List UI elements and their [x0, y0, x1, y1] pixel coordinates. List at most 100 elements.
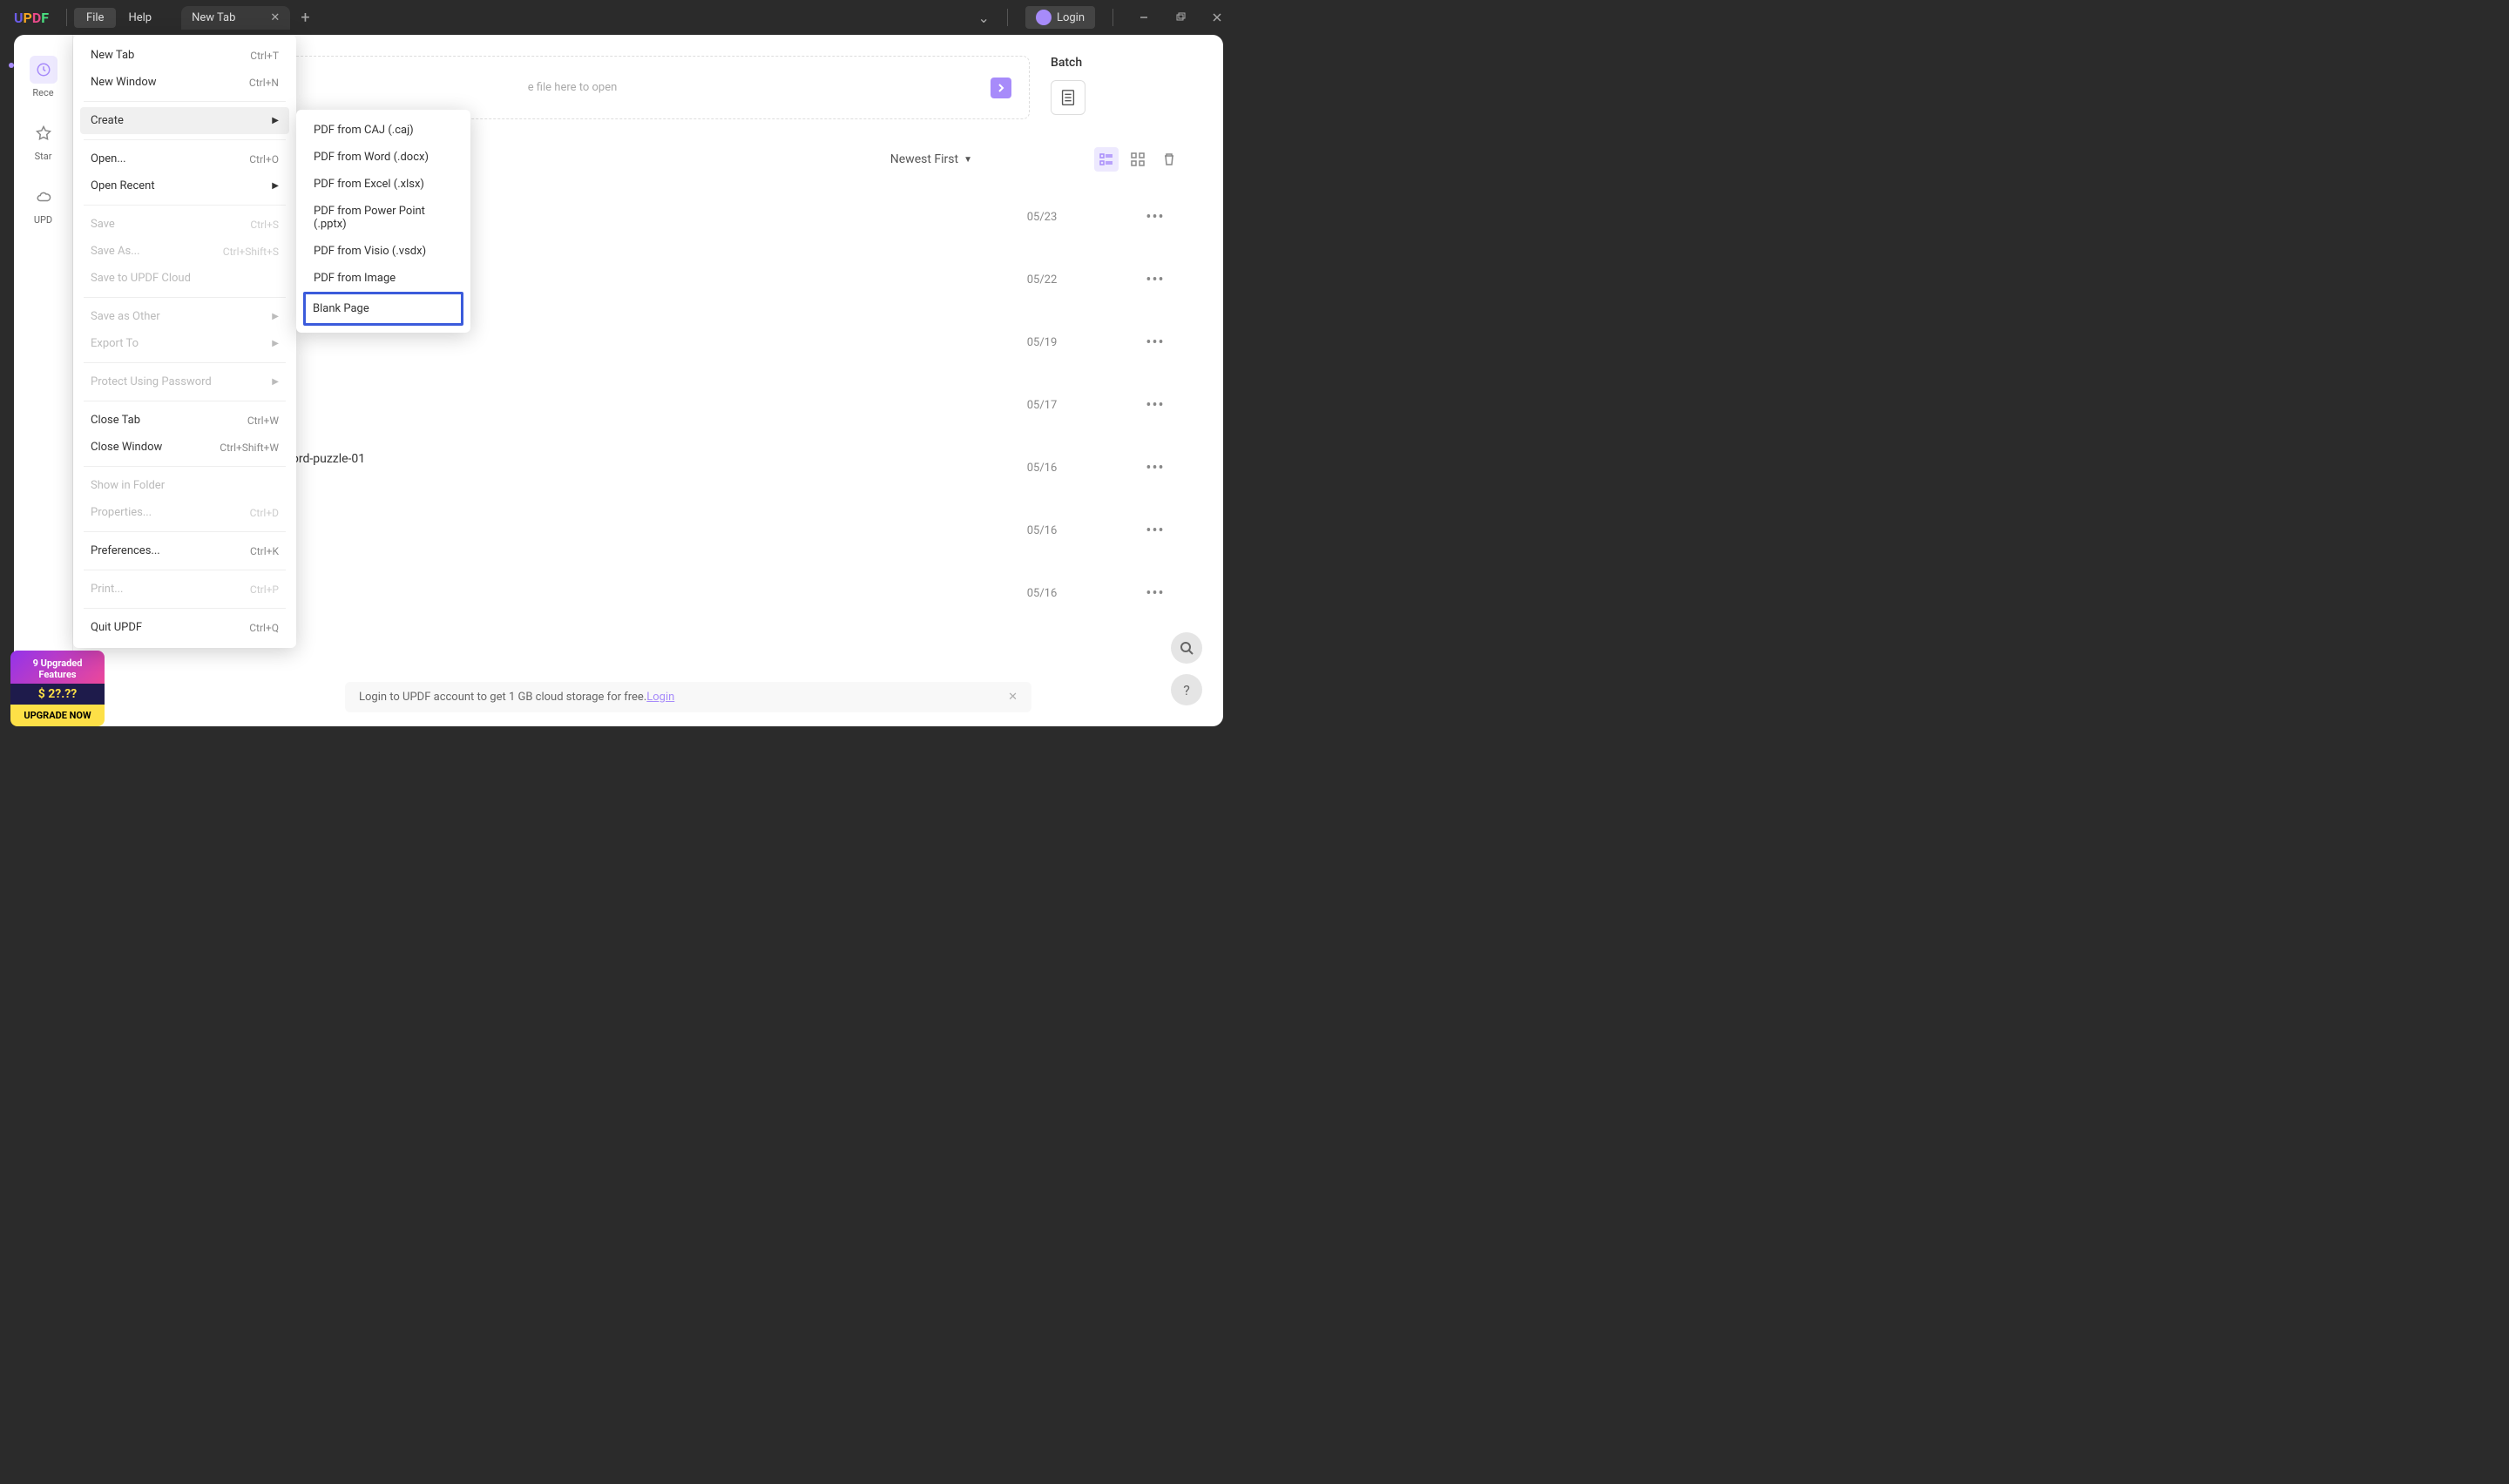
menu-shortcut: Ctrl+K	[250, 545, 279, 557]
menu-item-close-window[interactable]: Close WindowCtrl+Shift+W	[80, 434, 289, 461]
sort-dropdown[interactable]: Newest First ▼	[890, 152, 972, 166]
indicator-dot	[9, 63, 14, 68]
menu-label: Preferences...	[91, 544, 160, 557]
clock-icon	[30, 56, 57, 84]
create-submenu: PDF from CAJ (.caj) PDF from Word (.docx)…	[296, 110, 470, 333]
file-more-button[interactable]: •••	[1129, 271, 1181, 289]
login-button[interactable]: Login	[1025, 6, 1095, 29]
tab-close-icon[interactable]: ✕	[270, 11, 280, 24]
menu-separator	[84, 362, 286, 363]
file-menu-button[interactable]: File	[74, 8, 116, 28]
list-view-button[interactable]	[1094, 147, 1119, 172]
menu-label: Save to UPDF Cloud	[91, 272, 191, 285]
batch-combine-button[interactable]	[1051, 80, 1085, 115]
banner-close-icon[interactable]: ✕	[1008, 691, 1018, 704]
promo-text: Features	[14, 669, 101, 680]
menu-shortcut: Ctrl+Shift+W	[220, 442, 279, 454]
menu-item-create[interactable]: Create▶	[80, 107, 289, 134]
login-label: Login	[1057, 11, 1085, 24]
file-more-button[interactable]: •••	[1129, 208, 1181, 226]
add-tab-button[interactable]: +	[301, 9, 309, 27]
batch-panel: Batch	[1051, 56, 1181, 119]
search-float-button[interactable]	[1171, 632, 1202, 664]
titlebar: UPDF File Help New Tab ✕ + ⌄ Login	[0, 0, 1237, 35]
maximize-button[interactable]	[1167, 4, 1194, 30]
sidebar-label: Star	[35, 151, 52, 162]
menu-item-open-[interactable]: Open... Ctrl+O	[80, 145, 289, 172]
file-more-button[interactable]: •••	[1129, 584, 1181, 603]
menu-item-close-tab[interactable]: Close TabCtrl+W	[80, 407, 289, 434]
menu-label: Print...	[91, 583, 123, 596]
menu-item-show-in-folder: Show in Folder	[80, 472, 289, 499]
submenu-label: Blank Page	[313, 302, 369, 315]
sidebar-item-starred[interactable]: Star	[30, 119, 57, 162]
submenu-item-pdf-from-image[interactable]: PDF from Image	[303, 265, 463, 292]
menu-shortcut: Ctrl+O	[249, 153, 279, 165]
menu-shortcut: Ctrl+T	[250, 50, 279, 62]
chevron-right-icon: ▶	[272, 312, 279, 321]
chevron-right-icon: ▶	[272, 181, 279, 191]
menu-label: Open...	[91, 152, 126, 165]
batch-title: Batch	[1051, 56, 1181, 70]
login-banner: Login to UPDF account to get 1 GB cloud …	[345, 682, 1031, 712]
menu-item-open-recent[interactable]: Open Recent ▶	[80, 172, 289, 199]
chevron-right-icon: ▶	[272, 339, 279, 348]
tab-label: New Tab	[192, 11, 235, 24]
menu-shortcut: Ctrl+W	[247, 415, 279, 427]
minimize-button[interactable]	[1131, 4, 1157, 30]
submenu-item-pdf-from-caj-caj-[interactable]: PDF from CAJ (.caj)	[303, 117, 463, 144]
menu-item-print-: Print...Ctrl+P	[80, 576, 289, 603]
submenu-label: PDF from Word (.docx)	[314, 151, 429, 164]
menu-item-quit-updf[interactable]: Quit UPDFCtrl+Q	[80, 614, 289, 641]
menu-label: Show in Folder	[91, 479, 165, 492]
menu-label: New Window	[91, 76, 157, 89]
menu-shortcut: Ctrl+S	[250, 219, 279, 231]
menu-separator	[84, 139, 286, 140]
submenu-label: PDF from CAJ (.caj)	[314, 124, 414, 137]
file-more-button[interactable]: •••	[1129, 522, 1181, 540]
grid-view-button[interactable]	[1126, 147, 1150, 172]
menu-item-preferences-[interactable]: Preferences... Ctrl+K	[80, 537, 289, 564]
delete-button[interactable]	[1157, 147, 1181, 172]
menu-label: Save	[91, 218, 115, 231]
menu-label: Save As...	[91, 245, 140, 258]
menu-separator	[84, 608, 286, 609]
menu-item-new-window[interactable]: New WindowCtrl+N	[80, 69, 289, 96]
file-more-button[interactable]: •••	[1129, 396, 1181, 415]
file-name: 1	[195, 389, 955, 403]
submenu-item-pdf-from-visio-vsdx-[interactable]: PDF from Visio (.vsdx)	[303, 238, 463, 265]
menu-item-export-to: Export To▶	[80, 330, 289, 357]
tab-new[interactable]: New Tab ✕	[181, 6, 290, 30]
upgrade-button[interactable]: UPGRADE NOW	[10, 705, 105, 726]
sidebar-item-recent[interactable]: Rece	[30, 56, 57, 98]
close-button[interactable]	[1204, 4, 1230, 30]
file-more-button[interactable]: •••	[1129, 459, 1181, 477]
submenu-item-pdf-from-word-docx-[interactable]: PDF from Word (.docx)	[303, 144, 463, 171]
menu-separator	[84, 101, 286, 102]
open-file-expand-icon[interactable]	[991, 78, 1011, 98]
banner-login-link[interactable]: Login	[646, 691, 674, 704]
file-more-button[interactable]: •••	[1129, 334, 1181, 352]
menu-separator	[84, 531, 286, 532]
menu-label: Open Recent	[91, 179, 155, 192]
menu-separator	[84, 466, 286, 467]
sidebar-item-cloud[interactable]: UPD	[30, 183, 57, 226]
chevron-down-icon[interactable]: ⌄	[978, 10, 990, 26]
avatar-icon	[1036, 10, 1052, 25]
menu-item-new-tab[interactable]: New TabCtrl+T	[80, 42, 289, 69]
submenu-label: PDF from Power Point (.pptx)	[314, 205, 453, 231]
menu-item-save-as-: Save As...Ctrl+Shift+S	[80, 238, 289, 265]
app-logo: UPDF	[14, 10, 49, 26]
sort-label: Newest First	[890, 152, 958, 166]
submenu-item-blank-page[interactable]: Blank Page	[303, 292, 463, 326]
sidebar: Rece Star UPD	[14, 35, 73, 726]
submenu-item-pdf-from-excel-xlsx-[interactable]: PDF from Excel (.xlsx)	[303, 171, 463, 198]
menu-shortcut: Ctrl+D	[250, 507, 279, 519]
file-name: daliy-planner-02	[195, 577, 955, 591]
upgrade-promo[interactable]: 9 Upgraded Features $ 2?.?? UPGRADE NOW	[10, 651, 105, 726]
help-float-button[interactable]: ?	[1171, 674, 1202, 705]
help-menu-button[interactable]: Help	[116, 8, 164, 28]
file-date: 05/19	[955, 336, 1129, 349]
submenu-item-pdf-from-power-point-pptx-[interactable]: PDF from Power Point (.pptx)	[303, 198, 463, 238]
submenu-label: PDF from Image	[314, 272, 396, 285]
